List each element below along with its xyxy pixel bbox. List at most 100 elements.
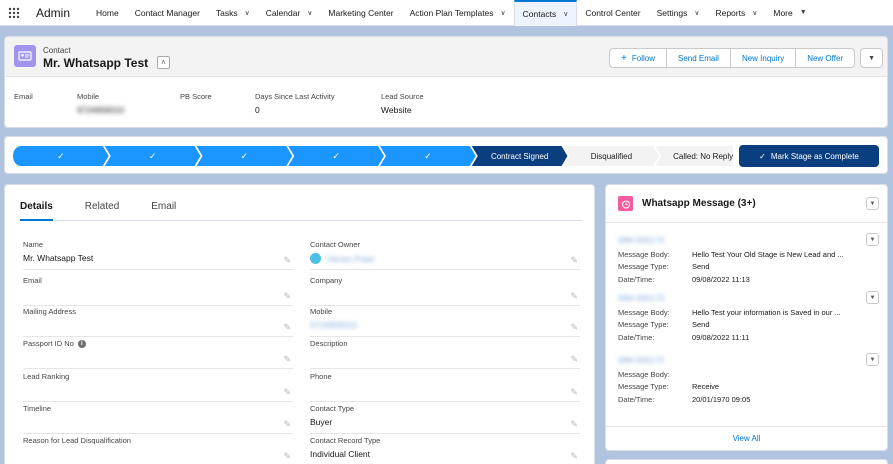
field-label: Description [310, 339, 580, 348]
edit-pencil-icon[interactable]: ✎ [570, 322, 578, 333]
chevron-down-icon[interactable]: ∨ [501, 9, 506, 17]
nav-item-marketing-center[interactable]: Marketing Center [320, 0, 401, 26]
message-date-row: Date/Time: 09/08/2022 11:11 [618, 331, 880, 344]
edit-pencil-icon[interactable]: ✎ [570, 291, 578, 302]
header-field-lead-source: Lead Source Website [381, 92, 424, 115]
message-field-value: Hello Test Your Old Stage is New Lead an… [692, 249, 844, 259]
list-menu-button[interactable]: ▼ [866, 197, 879, 210]
edit-pencil-icon[interactable]: ✎ [570, 419, 578, 430]
nav-item-contact-manager[interactable]: Contact Manager [127, 0, 208, 26]
message-field-value: Hello Test your information is Saved in … [692, 307, 841, 317]
field-label: Passport ID No i [23, 339, 293, 348]
path-stage-complete[interactable]: ✓ [13, 146, 109, 166]
edit-pencil-icon[interactable]: ✎ [570, 387, 578, 398]
field-mailing-address: Mailing Address ✎ [23, 307, 293, 337]
tab-email[interactable]: Email [151, 201, 176, 221]
row-actions-button[interactable]: ▼ [866, 353, 879, 366]
edit-pencil-icon[interactable]: ✎ [283, 451, 291, 462]
whatsapp-message-item: WM-000174 Message Body: Hello Test Your Ol… [618, 233, 880, 286]
field-reason-for-lead-disqualification: Reason for Lead Disqualification ✎ [23, 436, 293, 464]
field-label-text: Email [23, 276, 42, 285]
hierarchy-icon[interactable]: ˄ [157, 56, 170, 69]
path-stage-incomplete[interactable]: Disqualified [563, 146, 660, 166]
field-label: Email [14, 92, 33, 101]
nav-item-more[interactable]: More ▼ [765, 0, 814, 26]
field-description: Description ✎ [310, 339, 580, 369]
new-inquiry-button[interactable]: New Inquiry [730, 48, 797, 68]
field-label-text: Timeline [23, 404, 52, 413]
field-value: Mr. Whatsapp Test [23, 253, 293, 263]
field-label: PB Score [180, 92, 212, 101]
chevron-down-icon[interactable]: ∨ [307, 9, 312, 17]
nav-item-label: Reports [715, 7, 746, 18]
chevron-down-icon[interactable]: ∨ [694, 9, 699, 17]
path-stage-complete[interactable]: ✓ [196, 146, 293, 166]
nav-item-reports[interactable]: Reports ∨ [707, 0, 765, 26]
row-actions-button[interactable]: ▼ [866, 233, 879, 246]
field-value: 9724958310 [77, 105, 125, 115]
nav-item-calendar[interactable]: Calendar ∨ [258, 0, 321, 26]
path-stage-complete[interactable]: ✓ [104, 146, 201, 166]
nav-item-label: Calendar [265, 7, 301, 18]
path-stage-complete[interactable]: ✓ [288, 146, 384, 166]
nav-item-label: Contact Manager [134, 7, 200, 18]
nav-item-action-plan-templates[interactable]: Action Plan Templates ∨ [402, 0, 514, 26]
nav-item-tasks[interactable]: Tasks ∨ [208, 0, 258, 26]
message-name-link[interactable]: WM-000173 [618, 293, 880, 306]
field-contact-owner: Contact Owner Vikram Patel ✎ [310, 240, 580, 270]
follow-button[interactable]: + Follow [609, 48, 668, 68]
chevron-down-icon[interactable]: ▼ [800, 9, 807, 16]
edit-pencil-icon[interactable]: ✎ [283, 419, 291, 430]
path-stage-incomplete[interactable]: Called: No Reply [655, 146, 733, 166]
nav-item-contacts[interactable]: Contacts ∨ [513, 0, 578, 26]
more-actions-button[interactable]: ▼ [860, 48, 883, 68]
edit-pencil-icon[interactable]: ✎ [283, 387, 291, 398]
chevron-down-icon: ▼ [868, 54, 875, 62]
nav-item-label: Home [96, 7, 119, 18]
send-email-button[interactable]: Send Email [667, 48, 731, 68]
nav-item-control-center[interactable]: Control Center [577, 0, 648, 26]
chevron-down-icon[interactable]: ∨ [563, 10, 568, 18]
field-label: Lead Ranking [23, 372, 293, 381]
mark-stage-complete-button[interactable]: ✓ Mark Stage as Complete [739, 145, 879, 167]
nav-item-label: More [773, 7, 793, 18]
new-offer-button[interactable]: New Offer [796, 48, 856, 68]
message-type-row: Message Type: Send [618, 261, 880, 274]
field-label: Days Since Last Activity [255, 92, 335, 101]
app-name: Admin [36, 5, 71, 20]
path-stage-complete[interactable]: ✓ [380, 146, 476, 166]
tab-details[interactable]: Details [20, 201, 53, 221]
edit-pencil-icon[interactable]: ✎ [283, 255, 291, 266]
checkmark-icon: ✓ [241, 151, 249, 161]
nav-item-label: Settings [656, 7, 688, 18]
field-label-text: Contact Owner [310, 240, 361, 249]
field-label-text: Phone [310, 372, 332, 381]
edit-pencil-icon[interactable]: ✎ [283, 291, 291, 302]
next-card [605, 459, 888, 464]
edit-pencil-icon[interactable]: ✎ [570, 354, 578, 365]
field-timeline: Timeline ✎ [23, 404, 293, 434]
edit-pencil-icon[interactable]: ✎ [283, 322, 291, 333]
header-field-days-since-last-activity: Days Since Last Activity 0 [255, 92, 335, 115]
message-name-link[interactable]: WM-000172 [618, 355, 880, 368]
message-field-value: 09/08/2022 11:11 [692, 332, 750, 342]
chevron-down-icon[interactable]: ∨ [245, 9, 250, 17]
change-owner-icon[interactable]: ✎ [570, 255, 578, 266]
tab-related[interactable]: Related [85, 201, 119, 221]
whatsapp-header: Whatsapp Message (3+) ▼ [606, 185, 887, 223]
message-name-link[interactable]: WM-000174 [618, 235, 880, 248]
path-stage-current[interactable]: Contract Signed [471, 146, 568, 166]
view-all-link[interactable]: View All [606, 426, 887, 450]
row-actions-button[interactable]: ▼ [866, 291, 879, 304]
field-value-text[interactable]: Vikram Patel [326, 254, 374, 264]
object-label: Contact [43, 46, 71, 55]
edit-pencil-icon[interactable]: ✎ [283, 354, 291, 365]
nav-item-home[interactable]: Home [88, 0, 127, 26]
chevron-down-icon[interactable]: ∨ [752, 9, 757, 17]
field-value: Buyer [310, 417, 580, 427]
edit-pencil-icon[interactable]: ✎ [570, 451, 578, 462]
app-launcher-icon[interactable] [0, 0, 28, 26]
nav-item-settings[interactable]: Settings ∨ [649, 0, 708, 26]
field-label-text: Reason for Lead Disqualification [23, 436, 131, 445]
info-icon[interactable]: i [77, 339, 86, 348]
